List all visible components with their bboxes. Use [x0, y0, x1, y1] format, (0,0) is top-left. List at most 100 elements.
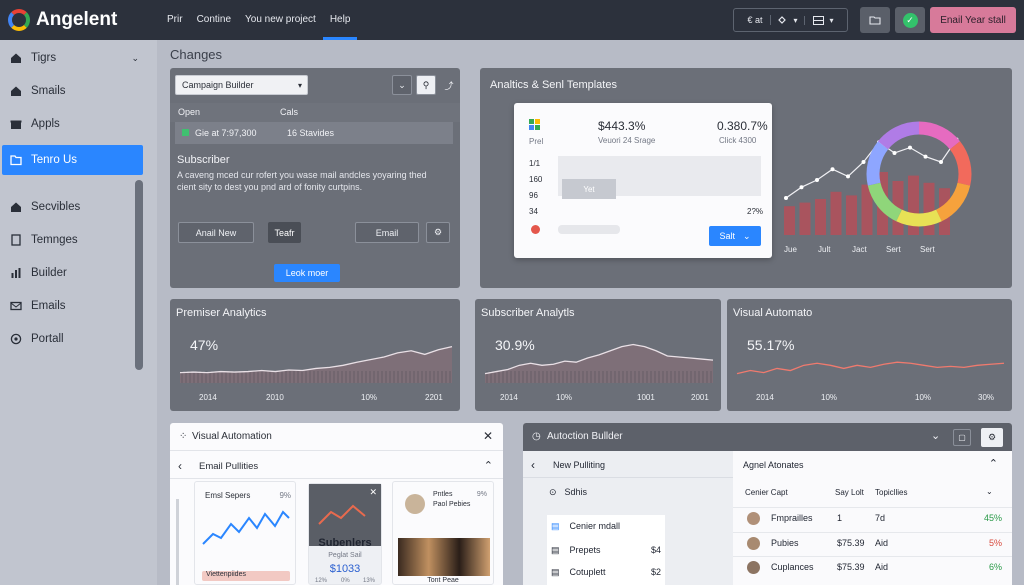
scrollbar[interactable]: [176, 499, 179, 585]
email-sparkline: [202, 510, 290, 545]
campaign-select[interactable]: Campaign Builder ▾: [175, 75, 308, 95]
sidebar-item-tigrs[interactable]: Tigrs ⌄: [2, 43, 143, 73]
pntles-image: [398, 538, 490, 576]
pin-button[interactable]: ⚲: [416, 75, 436, 95]
card-axis-label: 34: [529, 207, 538, 216]
share-button[interactable]: ⤴: [440, 75, 458, 95]
sidebar-item-label: Appls: [31, 118, 60, 130]
app-grid-icon: [529, 119, 540, 130]
sidebar-item-builder[interactable]: Builder: [2, 258, 143, 288]
pntles-card[interactable]: Pntles Paol Pebies 9% Tont Peae: [392, 481, 494, 585]
chevron-down-icon[interactable]: ⌄: [931, 429, 940, 442]
list-item[interactable]: ▤ Cotuplett $2: [551, 567, 661, 578]
app-logo[interactable]: Angelent: [8, 9, 117, 31]
table-row[interactable]: Pubies $75.39 Aid 5%: [733, 532, 1012, 554]
filter-button[interactable]: ⌄: [392, 75, 412, 95]
anail-new-button[interactable]: Anail New: [178, 222, 254, 243]
sidebar-item-label: Builder: [31, 267, 67, 279]
nav-item-help[interactable]: Help: [322, 0, 358, 40]
email-card[interactable]: Emsl Sepers 9%: [194, 481, 296, 585]
chevron-up-icon[interactable]: ⌃: [484, 459, 493, 472]
sidebar-scrollbar[interactable]: [135, 180, 143, 370]
email-button[interactable]: Email: [355, 222, 419, 243]
card-pill[interactable]: Yet: [562, 179, 616, 199]
close-icon[interactable]: ✕: [369, 487, 377, 498]
link-icon[interactable]: [777, 15, 787, 25]
stat-label: Veuori 24 Srage: [598, 136, 656, 145]
chevron-left-icon[interactable]: ‹: [531, 458, 535, 472]
subscriber-description: A caveng mced cur rofert you wase mail a…: [177, 170, 427, 192]
row-percent: 45%: [983, 513, 1002, 523]
salt-button[interactable]: Salt ⌄: [709, 226, 761, 246]
mini-chart-title: Visual Automato: [733, 307, 813, 319]
subenlers-tick: 0%: [341, 578, 350, 584]
analytics-title: Analtics & Senl Templates: [490, 79, 617, 91]
column-header-open: Open: [178, 107, 201, 117]
sidebar-item-temnges[interactable]: Temnges: [2, 225, 143, 255]
analytics-x-label: Jult: [818, 245, 831, 254]
donut-segment: [918, 121, 961, 150]
avatar: [747, 512, 760, 525]
top-ctrl-label[interactable]: € at: [747, 15, 772, 25]
mini-chart-title: Premiser Analytics: [176, 307, 267, 319]
close-icon[interactable]: ✕: [483, 429, 493, 443]
chevron-left-icon[interactable]: ‹: [178, 459, 182, 473]
cta-button[interactable]: Enail Year stall: [930, 7, 1016, 33]
app-name: Angelent: [36, 9, 118, 30]
top-toolbar-group: € at ▾ ▾: [733, 8, 848, 32]
pin-icon: ⚲: [422, 79, 430, 90]
document-icon: [11, 234, 21, 246]
sidebar-item-secvibles[interactable]: Secvibles: [2, 192, 143, 222]
more-icon[interactable]: ⌄: [986, 487, 993, 496]
gear-icon[interactable]: ⚙: [981, 428, 1003, 447]
visual-automation-panel: ⁘ Visual Automation ✕ ‹ Email Pullities …: [170, 423, 503, 585]
column-header: Say Lolt: [835, 488, 864, 497]
chevron-down-icon[interactable]: ▾: [793, 16, 797, 25]
status-button[interactable]: ✓: [895, 7, 925, 33]
nav-item-prir[interactable]: Prir: [160, 0, 190, 40]
sidebar-item-smails[interactable]: Smails: [2, 76, 143, 106]
folder-button[interactable]: [860, 7, 890, 33]
list-item[interactable]: ⊙ Sdhis: [549, 487, 587, 498]
new-pulliting-label: New Pulliting: [553, 460, 606, 470]
settings-button[interactable]: ⚙: [426, 222, 450, 243]
stat-label: Click 4300: [719, 136, 757, 145]
campaign-table-row[interactable]: Gie at 7:97,300 16 Stavides: [175, 122, 453, 144]
copy-icon[interactable]: ▢: [953, 429, 971, 446]
status-dot: [182, 129, 189, 136]
pntles-percent: 9%: [476, 491, 487, 498]
sidebar-item-label: Portall: [31, 333, 64, 345]
learn-more-button[interactable]: Leok moer: [274, 264, 340, 282]
subenlers-card[interactable]: ✕ Subenlers Peglat Sail $1033 12% 0% 13%: [308, 483, 382, 585]
nav-item-contine[interactable]: Contine: [190, 0, 238, 40]
email-pullities-row[interactable]: ‹ Email Pullities ⌃: [170, 455, 503, 479]
donut-segment: [867, 182, 903, 222]
sidebar-item-appls[interactable]: Appls: [2, 109, 143, 139]
campaign-select-value: Campaign Builder: [182, 80, 254, 90]
analytics-card: Prel $443.3% Veuori 24 Srage 0.380.7% Cl…: [514, 103, 772, 258]
mini-chart-x-label: 1001: [637, 393, 655, 402]
table-row[interactable]: Cuplances $75.39 Aid 6%: [733, 556, 1012, 578]
list-item[interactable]: ▤ Cenier mdall: [551, 521, 620, 532]
visual-automation-title: Visual Automation: [192, 431, 272, 442]
salt-button-label: Salt: [719, 231, 735, 241]
row-value: $75.39: [837, 538, 865, 548]
chevron-up-icon[interactable]: ⌃: [989, 457, 998, 470]
subscriber-analytics-panel: Subscriber Analytls 30.9% 2014 10% 1001 2001: [475, 299, 721, 411]
sidebar-item-emails[interactable]: Emails: [2, 291, 143, 321]
sidebar-item-tenro-us[interactable]: Tenro Us: [2, 145, 143, 175]
sidebar-item-label: Smails: [31, 85, 66, 97]
list-item[interactable]: ▤ Prepets $4: [551, 545, 661, 556]
analytics-bar: [784, 206, 795, 235]
row-value: 1: [837, 513, 843, 523]
chart-icon: [11, 268, 21, 278]
chevron-down-icon[interactable]: ⌄: [131, 53, 139, 64]
mini-chart-x-label: 2014: [756, 393, 774, 402]
new-pulliting-row[interactable]: ‹ New Pulliting: [523, 454, 733, 478]
sidebar-item-portall[interactable]: Portall: [2, 324, 143, 354]
table-row[interactable]: Fmprailles 1 7d 45%: [733, 507, 1012, 529]
teafr-button[interactable]: Teafr: [268, 222, 301, 243]
nav-item-new-project[interactable]: You new project: [238, 0, 323, 40]
grid-icon[interactable]: [803, 15, 824, 25]
chevron-down-icon[interactable]: ▾: [830, 16, 834, 25]
